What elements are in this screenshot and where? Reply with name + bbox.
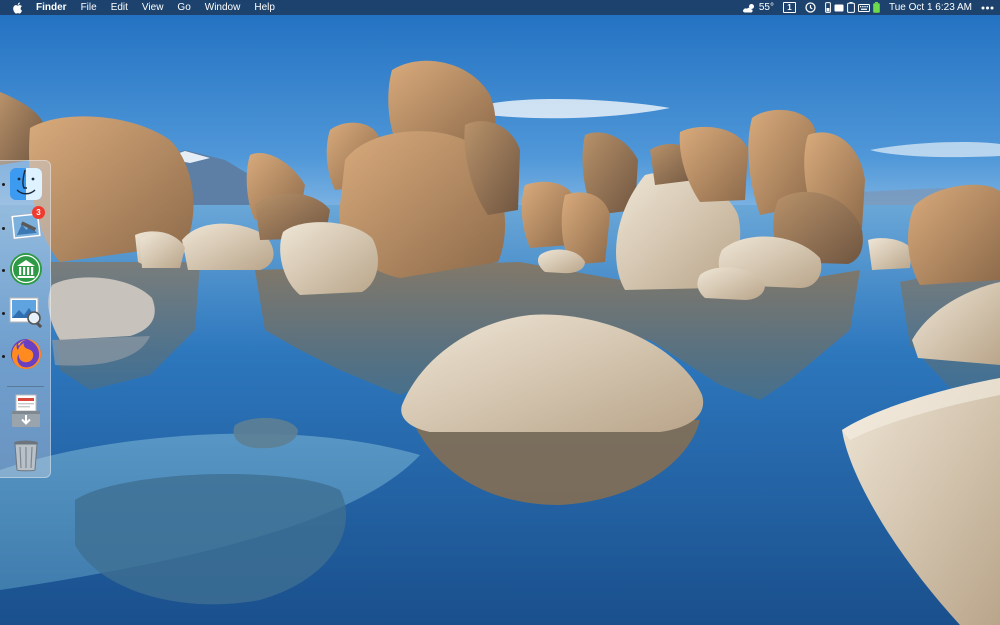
dock-bank[interactable] (8, 251, 44, 287)
trash-icon (14, 440, 38, 472)
menu-view[interactable]: View (135, 0, 171, 15)
green-battery-icon[interactable] (873, 2, 880, 13)
menu-go[interactable]: Go (170, 0, 197, 15)
menu-window[interactable]: Window (198, 0, 248, 15)
menu-file[interactable]: File (74, 0, 104, 15)
battery-icon[interactable] (847, 2, 855, 13)
apple-logo-icon[interactable] (12, 1, 23, 14)
menu-bar: Finder File Edit View Go Window Help 55°… (0, 0, 1000, 15)
running-indicator (2, 355, 5, 358)
phone-battery-icon[interactable] (825, 2, 831, 13)
dock-mail[interactable]: 3 (8, 206, 45, 244)
dock-downloads[interactable] (8, 393, 44, 429)
finder-icon (10, 168, 42, 200)
firefox-icon (11, 339, 41, 369)
menu-edit[interactable]: Edit (104, 0, 135, 15)
menu-bar-status-area: 55° 1 Tue Oct 1 6:23 AM (742, 0, 994, 15)
dock-trash[interactable] (8, 437, 44, 473)
weather-status[interactable]: 55° (742, 0, 774, 15)
downloads-stack-icon (12, 394, 40, 427)
running-indicator (2, 183, 5, 186)
dock-separator (7, 386, 44, 387)
keyboard-icon[interactable] (857, 3, 870, 12)
status-icon-group (825, 2, 880, 13)
mail-badge: 3 (32, 206, 45, 219)
menu-app-name[interactable]: Finder (29, 0, 74, 15)
preview-icon (9, 297, 43, 329)
desktop[interactable]: Finder File Edit View Go Window Help 55°… (0, 0, 1000, 625)
menu-bar-left: Finder File Edit View Go Window Help (12, 0, 282, 15)
clock[interactable]: Tue Oct 1 6:23 AM (889, 0, 972, 15)
desktop-wallpaper (0, 0, 1000, 625)
menu-help[interactable]: Help (247, 0, 282, 15)
dock-finder[interactable] (8, 166, 44, 202)
dock: 3 (0, 160, 51, 478)
dock-firefox[interactable] (8, 336, 44, 372)
desktop-space-indicator[interactable]: 1 (782, 2, 796, 13)
dock-preview[interactable] (8, 294, 44, 330)
cloud-sun-icon (742, 3, 754, 12)
running-indicator (2, 227, 5, 230)
window-icon[interactable] (834, 4, 844, 12)
weather-temperature: 55° (758, 2, 774, 13)
running-indicator (2, 269, 5, 272)
bank-icon (10, 253, 42, 285)
running-indicator (2, 312, 5, 315)
ellipsis-icon[interactable] (981, 6, 994, 10)
time-machine-icon[interactable] (805, 2, 816, 13)
